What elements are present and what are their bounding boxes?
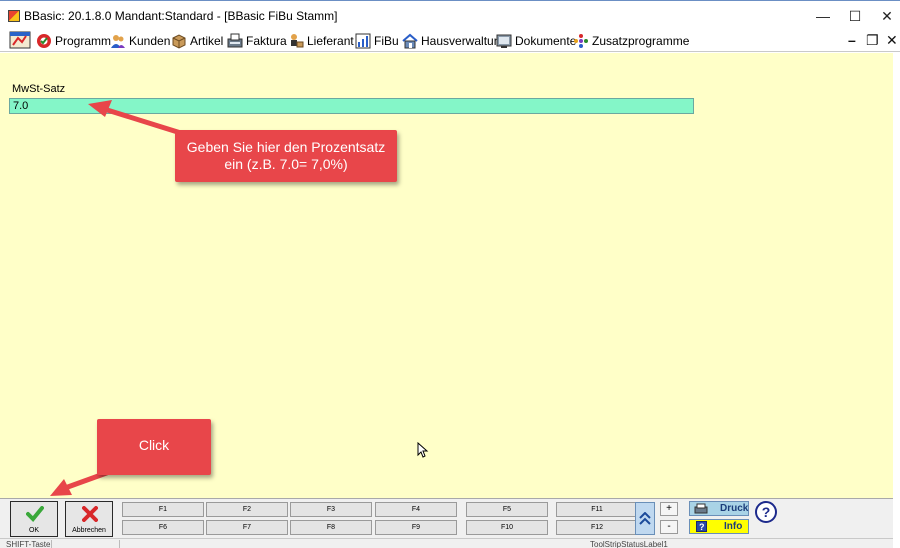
menu-artikel-label: Artikel — [190, 34, 224, 48]
menu-artikel[interactable]: Artikel — [171, 30, 223, 52]
cancel-label: Abbrechen — [72, 527, 106, 534]
menu-hausverwaltung-label: Hausverwaltung — [421, 34, 508, 48]
documents-icon — [496, 33, 512, 49]
menu-faktura-label: Faktura — [246, 34, 287, 48]
application-window: BBasic: 20.1.8.0 Mandant:Standard - [BBa… — [0, 0, 900, 548]
menu-lieferant-label: Lieferant — [307, 34, 354, 48]
minus-button[interactable]: - — [660, 520, 678, 534]
customers-icon — [110, 33, 126, 49]
main-toolbar: Programm Kunden Artikel Faktura Lieferan — [0, 30, 900, 52]
plus-button[interactable]: + — [660, 502, 678, 516]
menu-lieferant[interactable]: Lieferant — [288, 30, 354, 52]
minimize-button[interactable]: — — [808, 5, 838, 27]
hint-callout-line1: Geben Sie hier den Prozentsatz — [186, 139, 386, 155]
cancel-button[interactable]: Abbrechen — [65, 501, 113, 537]
program-icon — [36, 33, 52, 49]
mdi-restore-button[interactable]: ❐ — [866, 32, 879, 49]
window-title: BBasic: 20.1.8.0 Mandant:Standard - [BBa… — [24, 9, 338, 23]
ok-label: OK — [28, 527, 40, 534]
hint-arrow-head — [88, 100, 112, 117]
menu-programm-label: Programm — [55, 34, 112, 48]
fkey-f12[interactable]: F12 — [556, 520, 638, 535]
accounting-icon — [355, 33, 371, 49]
scroll-up-button[interactable] — [635, 502, 655, 535]
app-logo-icon — [9, 30, 31, 50]
click-callout: Click — [97, 419, 211, 475]
app-icon — [8, 10, 20, 22]
articles-icon — [171, 33, 187, 49]
print-button[interactable]: Druck — [689, 501, 749, 516]
mdi-close-button[interactable]: ✕ — [886, 32, 898, 49]
menu-hausverwaltung[interactable]: Hausverwaltung — [402, 30, 507, 52]
svg-text:?: ? — [699, 522, 705, 532]
hint-callout: Geben Sie hier den Prozentsatz ein (z.B.… — [175, 130, 397, 182]
fkey-f11[interactable]: F11 — [556, 502, 638, 517]
maximize-button[interactable]: ☐ — [840, 5, 870, 27]
mdi-minimize-button[interactable]: – — [848, 32, 856, 48]
form-panel: MwSt-Satz Geben Sie hier den Prozentsatz… — [0, 53, 893, 498]
info-label: Info — [724, 521, 743, 532]
menu-kunden[interactable]: Kunden — [110, 30, 170, 52]
fkey-f10[interactable]: F10 — [466, 520, 548, 535]
cross-icon — [82, 506, 98, 522]
background-window-edge — [893, 53, 900, 548]
fkey-f9[interactable]: F9 — [375, 520, 457, 535]
mouse-cursor-icon — [417, 442, 429, 458]
fkey-f6[interactable]: F6 — [122, 520, 204, 535]
invoice-icon — [227, 33, 243, 49]
fkey-f4[interactable]: F4 — [375, 502, 457, 517]
menu-programm[interactable]: Programm — [36, 30, 111, 52]
ok-button[interactable]: OK — [10, 501, 58, 537]
fkey-f1[interactable]: F1 — [122, 502, 204, 517]
fkey-f8[interactable]: F8 — [290, 520, 372, 535]
menu-zusatzprogramme[interactable]: Zusatzprogramme — [573, 30, 689, 52]
property-icon — [402, 33, 418, 49]
help-button[interactable]: ? — [755, 501, 777, 523]
hint-callout-line2: ein (z.B. 7.0= 7,0%) — [224, 156, 348, 172]
menu-dokumente-label: Dokumente — [515, 34, 577, 48]
printer-icon — [694, 503, 708, 514]
double-chevron-up-icon — [639, 512, 651, 525]
menu-fibu[interactable]: FiBu — [355, 30, 399, 52]
fkey-f2[interactable]: F2 — [206, 502, 288, 517]
status-shift-key: SHIFT-Taste — [6, 540, 52, 548]
status-label: ToolStripStatusLabel1 — [590, 540, 668, 548]
menu-zusatzprogramme-label: Zusatzprogramme — [592, 34, 690, 48]
title-bar: BBasic: 20.1.8.0 Mandant:Standard - [BBa… — [0, 0, 900, 30]
fkey-f5[interactable]: F5 — [466, 502, 548, 517]
menu-faktura[interactable]: Faktura — [227, 30, 287, 52]
close-button[interactable]: ✕ — [872, 5, 900, 27]
function-bar: OK Abbrechen F1 F2 F3 F4 F5 F11 F6 F7 F8… — [0, 498, 893, 538]
info-button[interactable]: ? Info — [689, 519, 749, 534]
fkey-f3[interactable]: F3 — [290, 502, 372, 517]
info-icon: ? — [696, 521, 707, 532]
checkmark-icon — [26, 506, 44, 522]
menu-kunden-label: Kunden — [129, 34, 171, 48]
print-label: Druck — [720, 503, 749, 514]
status-cell-empty — [54, 540, 120, 548]
supplier-icon — [288, 33, 304, 49]
addons-icon — [573, 33, 589, 49]
menu-dokumente[interactable]: Dokumente — [496, 30, 576, 52]
fkey-f7[interactable]: F7 — [206, 520, 288, 535]
status-bar: SHIFT-Taste ToolStripStatusLabel1 — [0, 538, 893, 548]
menu-fibu-label: FiBu — [374, 34, 399, 48]
